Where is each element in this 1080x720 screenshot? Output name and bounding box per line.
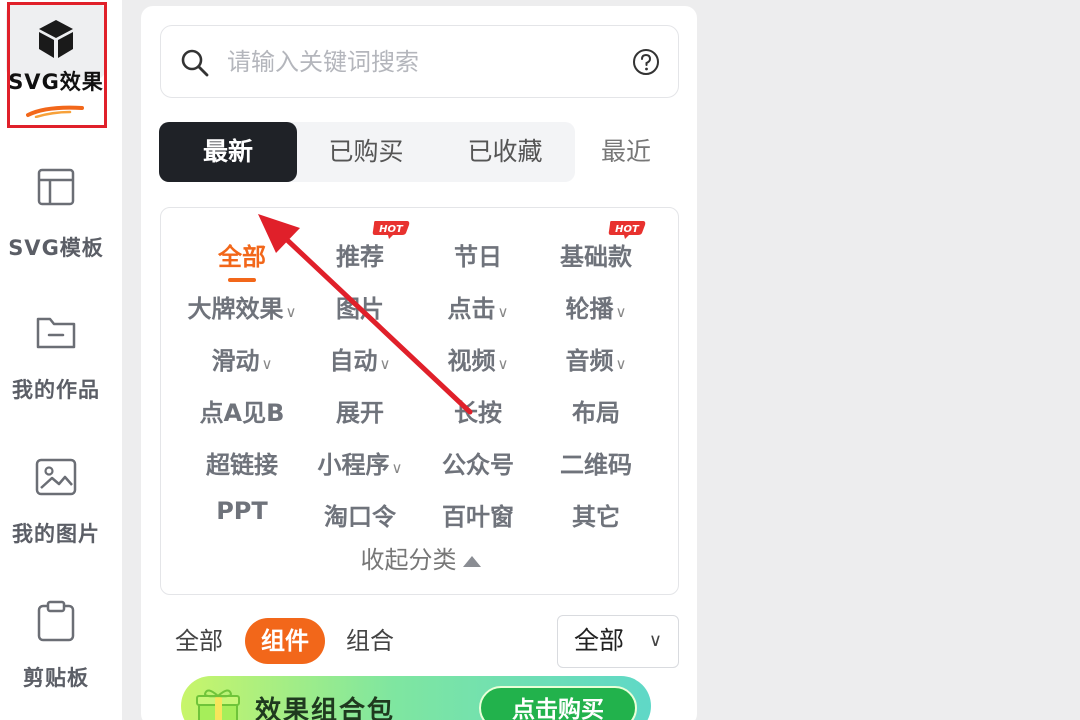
category-label: 音频: [565, 347, 614, 375]
category-taobao-code[interactable]: 淘口令: [295, 497, 425, 532]
triangle-up-icon: [462, 555, 481, 567]
chevron-down-icon: ∨: [497, 355, 509, 373]
folder-icon: [36, 317, 76, 349]
chevron-down-icon: ∨: [497, 303, 509, 321]
sidebar-item-my-works[interactable]: 我的作品: [0, 314, 112, 404]
category-label: 点击: [447, 295, 496, 323]
category-label: 公众号: [442, 451, 514, 479]
category-label: 超链接: [206, 451, 278, 479]
category-layout[interactable]: 布局: [531, 393, 661, 428]
category-swipe[interactable]: 滑动 ∨: [177, 341, 307, 376]
hot-badge: HOT: [372, 221, 410, 239]
category-label: 长按: [454, 399, 502, 427]
category-auto[interactable]: 自动 ∨: [295, 341, 425, 376]
chevron-down-icon: ∨: [261, 355, 273, 373]
filter-combos[interactable]: 组合: [346, 618, 394, 664]
sidebar-item-svg-templates[interactable]: SVG模板: [0, 168, 112, 262]
category-label: 其它: [572, 503, 620, 531]
category-images[interactable]: 图片: [295, 289, 425, 324]
category-label: 节日: [454, 243, 502, 271]
tab-favorites[interactable]: 已收藏: [435, 122, 575, 182]
search-icon: [181, 49, 209, 77]
sidebar-item-label: 剪贴板: [23, 666, 89, 690]
layout-icon: [37, 168, 75, 206]
category-label: 推荐: [336, 243, 384, 271]
category-holiday[interactable]: 节日: [413, 237, 543, 272]
image-icon: [35, 458, 77, 496]
category-label: 展开: [336, 399, 384, 427]
sidebar-item-clipboard[interactable]: 剪贴板: [0, 600, 112, 692]
category-label: 小程序: [317, 451, 390, 479]
banner-title: 效果组合包: [255, 696, 396, 720]
category-expand[interactable]: 展开: [295, 393, 425, 428]
category-label: 自动: [329, 347, 378, 375]
category-ppt[interactable]: PPT: [177, 497, 307, 525]
chevron-down-icon: ∨: [615, 355, 627, 373]
search-input[interactable]: [227, 42, 617, 82]
type-select[interactable]: 全部 ∨: [557, 615, 679, 668]
svg-text:HOT: HOT: [615, 224, 640, 235]
category-click[interactable]: 点击 ∨: [413, 289, 543, 324]
category-tap-a-see-b[interactable]: 点A见B: [177, 393, 307, 428]
category-label: 淘口令: [324, 503, 396, 531]
category-label: 布局: [572, 399, 620, 427]
category-recommended[interactable]: 推荐: [295, 237, 425, 272]
category-label: 轮播: [565, 295, 614, 323]
category-label: 大牌效果: [187, 295, 284, 323]
category-all[interactable]: 全部: [177, 237, 307, 282]
combo-pack-banner[interactable]: 效果组合包 点击购买: [181, 676, 651, 720]
filter-all[interactable]: 全部: [175, 618, 223, 664]
category-audio[interactable]: 音频 ∨: [531, 341, 661, 376]
category-label: 点A见B: [199, 399, 285, 427]
help-icon[interactable]: [632, 48, 660, 76]
chevron-down-icon: ∨: [379, 355, 391, 373]
category-label: 视频: [447, 347, 496, 375]
svg-text:HOT: HOT: [379, 224, 404, 235]
annotation-highlight-box: [7, 2, 107, 128]
category-blinds[interactable]: 百叶窗: [413, 497, 543, 532]
category-label: 图片: [336, 295, 384, 323]
category-brand-effects[interactable]: 大牌效果 ∨: [177, 289, 307, 324]
category-qr-code[interactable]: 二维码: [531, 445, 661, 480]
type-select-value: 全部: [574, 626, 625, 655]
sidebar-item-label: 我的作品: [12, 378, 100, 402]
category-official-account[interactable]: 公众号: [413, 445, 543, 480]
category-label: 二维码: [560, 451, 632, 479]
category-label: 滑动: [211, 347, 260, 375]
category-other[interactable]: 其它: [531, 497, 661, 532]
chevron-down-icon: ∨: [615, 303, 627, 321]
sidebar: SVG效果 SVG模板 我的作品 我的图片 剪贴板: [0, 0, 122, 720]
search-box: [160, 25, 679, 98]
category-grid: 全部 推荐 节日 基础款 HOT HOT 大牌效果 ∨ 图片 点击 ∨ 轮播 ∨ 滑动…: [160, 207, 679, 595]
category-label: 百叶窗: [442, 503, 514, 531]
category-carousel[interactable]: 轮播 ∨: [531, 289, 661, 324]
collapse-label: 收起分类: [360, 546, 457, 574]
category-long-press[interactable]: 长按: [413, 393, 543, 428]
collapse-categories-button[interactable]: 收起分类: [161, 540, 680, 575]
clipboard-icon: [37, 600, 75, 642]
tab-bar: 最新 已购买 已收藏: [159, 122, 575, 182]
category-label: 全部: [218, 243, 266, 271]
effects-panel: 最新 已购买 已收藏 最近 全部 推荐 节日 基础款 HOT HOT 大牌效果∨…: [141, 6, 697, 720]
filter-components[interactable]: 组件: [245, 618, 325, 664]
chevron-down-icon: ∨: [648, 630, 662, 651]
category-video[interactable]: 视频 ∨: [413, 341, 543, 376]
tab-purchased[interactable]: 已购买: [297, 122, 435, 182]
hot-badge: HOT: [608, 221, 646, 239]
buy-now-button[interactable]: 点击购买: [479, 686, 637, 720]
category-label: PPT: [216, 497, 268, 525]
chevron-down-icon: ∨: [391, 459, 403, 477]
sidebar-item-label: SVG模板: [8, 236, 104, 260]
tab-latest[interactable]: 最新: [159, 122, 297, 182]
category-mini-program[interactable]: 小程序 ∨: [295, 445, 425, 480]
category-basic[interactable]: 基础款: [531, 237, 661, 272]
sidebar-item-label: 我的图片: [12, 522, 100, 546]
gift-icon: [196, 689, 240, 720]
sidebar-item-my-images[interactable]: 我的图片: [0, 458, 112, 548]
category-hyperlink[interactable]: 超链接: [177, 445, 307, 480]
tab-recent[interactable]: 最近: [581, 122, 671, 182]
category-label: 基础款: [560, 243, 632, 271]
